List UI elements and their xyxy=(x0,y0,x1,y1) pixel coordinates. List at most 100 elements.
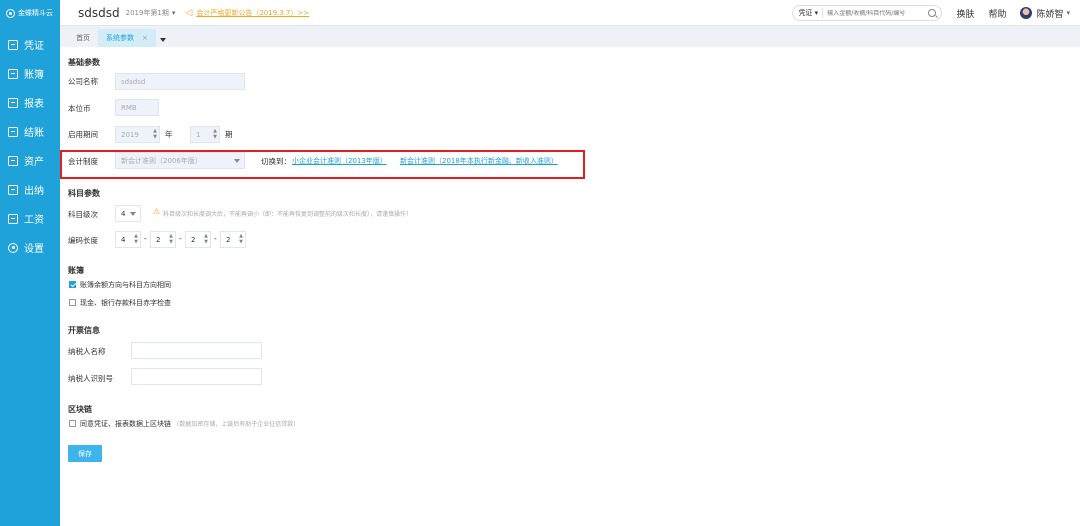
sidebar-item-checkout[interactable]: 结账 xyxy=(0,117,60,146)
system-params-form: 基础参数 公司名称 sdsdsd 本位币 RMB 启用期间 2019 ▲ ▼ 年 1… xyxy=(60,47,1080,526)
stepper-arrows-icon[interactable]: ▲ ▼ xyxy=(169,233,173,245)
skin-button[interactable]: 换肤 xyxy=(956,7,974,20)
tab-label: 首页 xyxy=(76,34,90,42)
subject-warning: 科目级次和长度调大后，不能再调小（即：不能再恢复到调整前的级次和长度），请谨慎操… xyxy=(163,211,413,218)
top-bar: sdsdsd 2019年第1期 ▾ ◁ 会计严格更新公告（2019.3.7）>>… xyxy=(60,0,1080,26)
subject-level-select[interactable]: 4 xyxy=(115,205,141,222)
chevron-down-icon[interactable]: ▾ xyxy=(1066,9,1070,17)
switch-new-standard-2018-link[interactable]: 新会计准则（2018年本执行新金融、新收入准则） xyxy=(400,156,558,166)
switch-small-enterprise-link[interactable]: 小企业会计准则（2013年版） xyxy=(292,156,387,166)
app-logo[interactable]: 金蝶精斗云 xyxy=(0,0,60,26)
sidebar-item-salary[interactable]: 工资 xyxy=(0,204,60,233)
section-basic: 基础参数 xyxy=(68,58,100,67)
sidebar-item-voucher[interactable]: 凭证 xyxy=(0,30,60,59)
logo-text: 金蝶精斗云 xyxy=(18,9,53,17)
logo-icon xyxy=(6,8,15,18)
tab-more-dropdown-icon[interactable] xyxy=(159,38,166,42)
top-right-actions: 凭证 ▾ 换肤 帮助 陈娇智 ▾ xyxy=(792,0,1070,26)
year-unit: 年 xyxy=(165,130,173,139)
search-icon[interactable] xyxy=(928,9,937,17)
sidebar-item-cashier[interactable]: 出纳 xyxy=(0,175,60,204)
save-button[interactable]: 保存 xyxy=(68,445,102,462)
sidebar-item-ledger[interactable]: 账簿 xyxy=(0,59,60,88)
blockchain-checkbox[interactable] xyxy=(69,420,76,427)
acct-system-select: 新会计准则（2006年版） xyxy=(115,152,245,169)
notice-link[interactable]: 会计严格更新公告（2019.3.7）>> xyxy=(196,8,309,18)
switch-label: 切换到： xyxy=(261,157,291,166)
chevron-down-icon: ▾ xyxy=(814,9,819,17)
close-icon[interactable]: × xyxy=(142,34,148,42)
search-type-select[interactable]: 凭证 ▾ xyxy=(798,8,824,18)
taxpayer-id-label: 纳税人识别号 xyxy=(68,374,113,383)
code-length-stepper-4[interactable]: 2 ▲ ▼ xyxy=(220,231,246,248)
sidebar-item-label: 资产 xyxy=(24,157,44,168)
subject-level-label: 科目级次 xyxy=(68,210,98,219)
section-ledger: 账簿 xyxy=(68,266,84,275)
avatar[interactable] xyxy=(1020,7,1033,19)
cash-deficit-label: 现金、银行存款科目赤字检查 xyxy=(80,299,171,307)
code-length-stepper-3[interactable]: 2 ▲ ▼ xyxy=(185,231,211,248)
code-separator: - xyxy=(179,234,182,243)
search-type-label: 凭证 xyxy=(798,9,813,17)
currency-field: RMB xyxy=(115,99,159,116)
cash-deficit-checkbox[interactable] xyxy=(69,299,76,306)
help-button[interactable]: 帮助 xyxy=(988,7,1006,20)
code-length-value: 2 xyxy=(191,235,196,244)
user-name[interactable]: 陈娇智 xyxy=(1036,7,1063,20)
period-label: 启用期间 xyxy=(68,130,98,139)
report-icon xyxy=(8,97,18,108)
code-length-value: 2 xyxy=(226,235,231,244)
blockchain-check-text: 同意凭证、报表数据上区块链 xyxy=(80,420,171,428)
code-length-stepper-1[interactable]: 4 ▲ ▼ xyxy=(115,231,141,248)
tab-label: 系统参数 xyxy=(106,34,134,42)
sidebar-item-label: 工资 xyxy=(24,215,44,226)
ledger-direction-checkbox[interactable] xyxy=(69,281,76,288)
period-selector[interactable]: 2019年第1期 xyxy=(126,8,169,18)
taxpayer-name-field[interactable] xyxy=(131,342,262,359)
year-stepper: 2019 ▲ ▼ xyxy=(115,126,160,143)
currency-label: 本位币 xyxy=(68,104,91,113)
sidebar-item-label: 报表 xyxy=(24,99,44,110)
search-box: 凭证 ▾ xyxy=(792,5,943,21)
sidebar: 金蝶精斗云 凭证 账簿 报表 结账 资产 出纳 工资 设置 xyxy=(0,0,60,526)
search-input[interactable] xyxy=(827,9,929,17)
chevron-down-icon[interactable]: ▾ xyxy=(172,9,176,17)
stepper-arrows-icon: ▲ ▼ xyxy=(153,128,157,140)
cashier-icon xyxy=(8,184,18,195)
code-separator: - xyxy=(144,234,147,243)
subject-level-value: 4 xyxy=(121,209,126,218)
code-length-value: 4 xyxy=(121,235,126,244)
sidebar-item-label: 账簿 xyxy=(24,70,44,81)
tab-home[interactable]: 首页 xyxy=(68,29,98,47)
chevron-down-icon xyxy=(234,159,240,163)
section-invoice: 开票信息 xyxy=(68,326,100,335)
code-length-value: 2 xyxy=(156,235,161,244)
announcement-icon: ◁ xyxy=(185,7,193,18)
tab-system-params[interactable]: 系统参数 × xyxy=(98,29,156,47)
checkout-icon xyxy=(8,126,18,137)
blockchain-note: （数据加密存储，上链后有助于企业征信贷款） xyxy=(173,421,300,428)
stepper-arrows-icon[interactable]: ▲ ▼ xyxy=(204,233,208,245)
tab-bar: 首页 系统参数 × xyxy=(60,26,1080,47)
stepper-arrows-icon[interactable]: ▲ ▼ xyxy=(134,233,138,245)
taxpayer-id-field[interactable] xyxy=(131,368,262,385)
company-label: 公司名称 xyxy=(68,77,98,86)
acct-system-label: 会计制度 xyxy=(68,157,98,166)
code-length-label: 编码长度 xyxy=(68,236,98,245)
chevron-down-icon xyxy=(130,212,136,216)
section-subject: 科目参数 xyxy=(68,189,100,198)
voucher-icon xyxy=(8,39,18,50)
sidebar-item-asset[interactable]: 资产 xyxy=(0,146,60,175)
code-length-stepper-2[interactable]: 2 ▲ ▼ xyxy=(150,231,176,248)
acct-system-value: 新会计准则（2006年版） xyxy=(121,156,202,165)
stepper-arrows-icon[interactable]: ▲ ▼ xyxy=(239,233,243,245)
sidebar-item-label: 出纳 xyxy=(24,186,44,197)
sidebar-item-report[interactable]: 报表 xyxy=(0,88,60,117)
sidebar-item-settings[interactable]: 设置 xyxy=(0,233,60,262)
company-name[interactable]: sdsdsd xyxy=(78,6,120,20)
asset-icon xyxy=(8,155,18,166)
sidebar-item-label: 凭证 xyxy=(24,41,44,52)
section-blockchain: 区块链 xyxy=(68,405,92,414)
code-separator: - xyxy=(214,234,217,243)
taxpayer-name-label: 纳税人名称 xyxy=(68,347,106,356)
